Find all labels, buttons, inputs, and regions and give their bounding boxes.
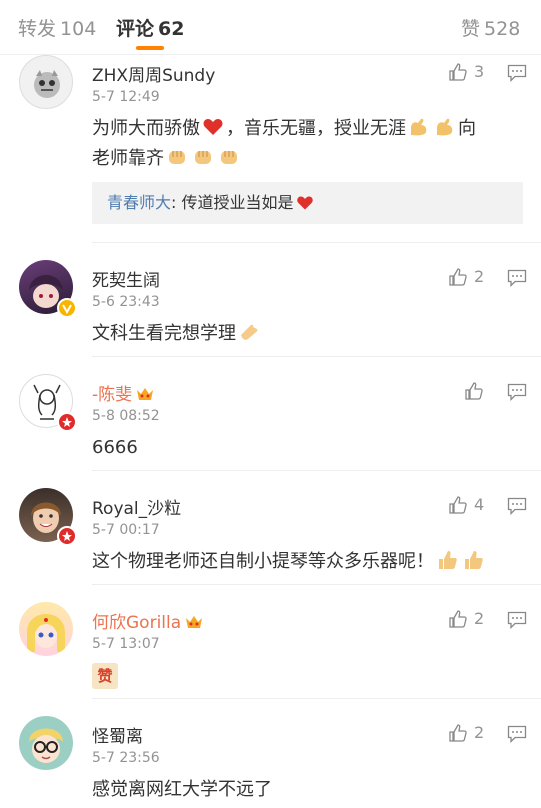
verified-badge <box>57 298 77 318</box>
comment-divider <box>92 470 541 471</box>
reply-preview[interactable]: 青春师大: 传道授业当如是 <box>92 182 523 224</box>
thumbs-up-icon <box>465 381 483 400</box>
like-button[interactable] <box>464 380 490 402</box>
avatar[interactable] <box>19 716 73 770</box>
like-button[interactable]: 2 <box>448 266 484 288</box>
commenter-name[interactable]: 死契生阔 <box>92 266 160 291</box>
thumbs-up-icon <box>449 267 467 286</box>
comment-time: 5-7 00:17 <box>92 522 160 538</box>
tabs-divider <box>0 54 541 55</box>
like-button[interactable]: 2 <box>448 722 484 744</box>
like-count: 2 <box>474 609 485 628</box>
thumbs-up-emoji <box>465 551 483 569</box>
fist-icon <box>169 151 185 164</box>
like-count: 2 <box>474 267 485 286</box>
commenter-name-text: -陈斐 <box>92 385 133 405</box>
fist-icon <box>221 151 237 164</box>
comment-text: 6666 <box>92 437 138 458</box>
avatar[interactable] <box>19 374 77 432</box>
tab-likes-label: 赞 <box>461 18 481 40</box>
tab-reposts-count: 104 <box>60 18 97 40</box>
like-sticker: 赞 <box>92 663 118 689</box>
tab-reposts-label: 转发 <box>18 18 57 40</box>
commenter-name[interactable]: -陈斐 <box>92 380 154 405</box>
comment-divider <box>92 356 541 357</box>
comment-text: 为师大而骄傲 ，音乐无疆，授业无涯 向 老师靠齐 <box>92 114 522 174</box>
reply-text: : 传道授业当如是 <box>171 193 294 212</box>
comment-divider <box>92 584 541 585</box>
tab-reposts[interactable]: 转发 104 <box>18 14 96 41</box>
comment-divider <box>92 698 541 699</box>
comment-time: 5-7 23:56 <box>92 750 160 766</box>
member-badge <box>57 526 77 546</box>
heart-icon <box>296 196 313 210</box>
tab-comments-count: 62 <box>158 18 185 40</box>
tab-comments-label: 评论 <box>116 18 155 40</box>
like-count: 2 <box>474 723 485 742</box>
comment-icon[interactable] <box>507 383 527 401</box>
comment-icon[interactable] <box>507 611 527 629</box>
comment-icon[interactable] <box>507 64 527 82</box>
clap-icon <box>241 324 258 340</box>
comment-tabs: 转发 104 评论 62 赞 528 <box>0 0 541 56</box>
active-tab-indicator <box>136 46 164 50</box>
thumbs-up-icon <box>449 723 467 742</box>
comment-time: 5-7 12:49 <box>92 89 160 105</box>
comment-text-part: 这个物理老师还自制小提琴等众多乐器呢！ <box>92 551 434 572</box>
reply-author[interactable]: 青春师大 <box>107 193 171 212</box>
flexed-arm-icon <box>437 118 453 136</box>
comment-divider <box>92 242 541 243</box>
like-count: 4 <box>474 495 485 514</box>
comment-icon[interactable] <box>507 497 527 515</box>
tab-comments[interactable]: 评论 62 <box>116 14 184 41</box>
avatar[interactable] <box>19 260 77 318</box>
like-button[interactable]: 3 <box>448 61 484 83</box>
comment-text-part: 文科生看完想学理 <box>92 323 236 344</box>
avatar[interactable] <box>19 602 73 656</box>
tab-likes[interactable]: 赞 528 <box>461 14 520 41</box>
comment-icon[interactable] <box>507 725 527 743</box>
comment-text-part: 老师靠齐 <box>92 148 164 169</box>
commenter-name[interactable]: Royal_沙粒 <box>92 494 181 519</box>
comment-time: 5-8 08:52 <box>92 408 160 424</box>
fist-icon <box>195 151 211 164</box>
avatar[interactable] <box>19 55 73 109</box>
like-button[interactable]: 2 <box>448 608 484 630</box>
flexed-arm-icon <box>411 118 427 136</box>
like-button[interactable]: 4 <box>448 494 484 516</box>
avatar[interactable] <box>19 488 77 546</box>
crown-icon <box>137 388 154 400</box>
comment-text: 文科生看完想学理 <box>92 319 522 349</box>
heart-icon <box>203 119 223 135</box>
comment-time: 5-7 13:07 <box>92 636 160 652</box>
thumbs-up-icon <box>449 62 467 81</box>
tab-likes-count: 528 <box>484 18 521 40</box>
comment-text-part: ，音乐无疆，授业无涯 <box>226 118 406 139</box>
commenter-name-text: 何欣Gorilla <box>92 613 182 633</box>
comment-text: 感觉离网红大学不远了 <box>92 779 272 800</box>
comment-text-part: 为师大而骄傲 <box>92 118 200 139</box>
member-badge <box>57 412 77 432</box>
comment-time: 5-6 23:43 <box>92 294 160 310</box>
crown-icon <box>186 616 203 628</box>
commenter-name[interactable]: 何欣Gorilla <box>92 608 203 633</box>
commenter-name[interactable]: ZHX周周Sundy <box>92 61 215 86</box>
thumbs-up-icon <box>449 609 467 628</box>
thumbs-up-icon <box>449 495 467 514</box>
like-count: 3 <box>474 62 485 81</box>
commenter-name[interactable]: 怪蜀离 <box>92 722 143 747</box>
comment-icon[interactable] <box>507 269 527 287</box>
thumbs-up-emoji <box>439 551 457 569</box>
comment-text-part: 向 <box>458 118 476 139</box>
comment-text: 这个物理老师还自制小提琴等众多乐器呢！ <box>92 547 522 577</box>
